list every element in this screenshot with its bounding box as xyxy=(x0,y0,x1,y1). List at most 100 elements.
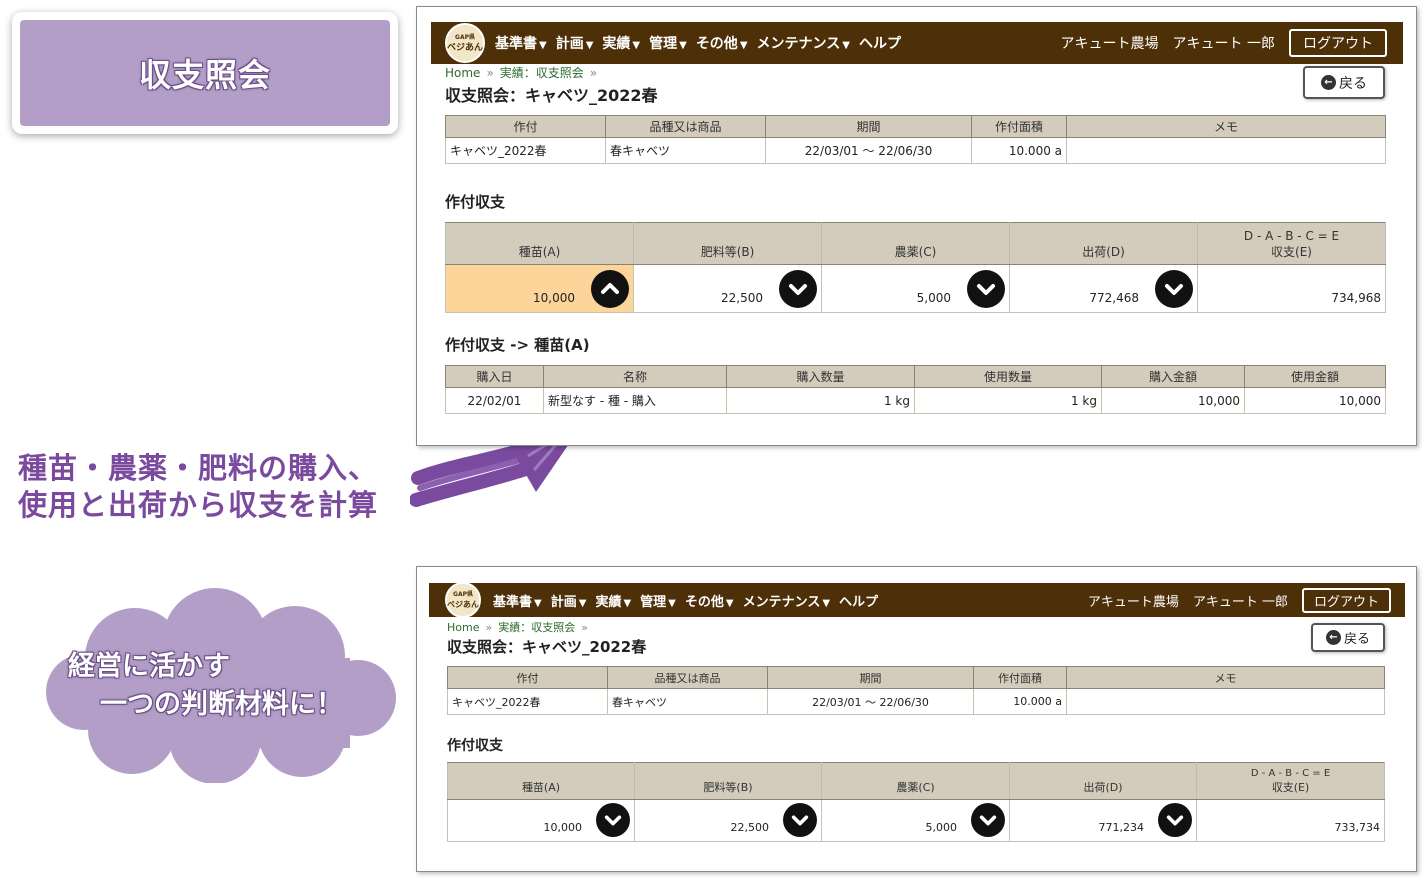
menu-standards[interactable]: 基準書 ▼ xyxy=(493,591,542,610)
menu-manage[interactable]: 管理 ▼ xyxy=(649,33,687,53)
caption-line2: 使用と出荷から収支を計算 xyxy=(18,488,379,522)
logo-top: GAP県 xyxy=(455,34,475,41)
title-tag-inner: 収支照会 xyxy=(20,20,390,126)
menu-other-label: その他 xyxy=(695,36,738,52)
back-button[interactable]: ← 戻る xyxy=(1311,623,1385,652)
pesticide-value: 5,000 xyxy=(925,821,958,834)
caret-down-icon: ▼ xyxy=(623,597,632,609)
info-period: 22/03/01 ～ 22/06/30 xyxy=(765,137,972,164)
chevron-down-icon[interactable] xyxy=(971,803,1005,837)
back-button-label: 戻る xyxy=(1343,632,1370,647)
logo-top: GAP県 xyxy=(453,591,473,598)
title-tag-label: 収支照会 xyxy=(138,56,271,94)
breadcrumb-home[interactable]: Home xyxy=(445,66,480,80)
table-row: 22/02/01 新型なす - 種 - 購入 1 kg 1 kg 10,000 … xyxy=(445,387,1386,414)
menu-manage[interactable]: 管理 ▼ xyxy=(640,591,676,610)
formula: D - A - B - C = E xyxy=(1250,768,1331,779)
chevron-down-icon[interactable] xyxy=(596,803,630,837)
caret-down-icon: ▼ xyxy=(842,40,850,51)
page-title: 収支照会：キャベツ_2022春 xyxy=(447,638,647,656)
balance-th-balance-label: 収支(E) xyxy=(1271,781,1310,794)
back-button[interactable]: ← 戻る xyxy=(1303,66,1385,99)
logout-button[interactable]: ログアウト xyxy=(1289,29,1387,57)
info-th-variety: 品種又は商品 xyxy=(607,666,768,689)
caret-down-icon: ▼ xyxy=(725,597,734,609)
menu-other[interactable]: その他 ▼ xyxy=(685,591,734,610)
info-th-period: 期間 xyxy=(765,115,972,138)
breadcrumb-home[interactable]: Home xyxy=(447,621,479,634)
menu-standards-label: 基準書 xyxy=(495,36,537,52)
breadcrumb-current[interactable]: 実績：収支照会 xyxy=(498,621,575,634)
seed-value: 10,000 xyxy=(533,291,575,305)
menu-help-label: ヘルプ xyxy=(858,36,901,52)
chevron-down-icon[interactable] xyxy=(779,270,817,308)
info-th-memo: メモ xyxy=(1066,115,1386,138)
caret-down-icon: ▼ xyxy=(668,597,676,609)
main-menu: 基準書 ▼ 計画 ▼ 実績 ▼ 管理 ▼ その他 ▼ メンテナンス ▼ ヘルプ xyxy=(495,33,910,53)
caption: 種苗・農薬・肥料の購入、 使用と出荷から収支を計算 xyxy=(18,450,378,524)
balance-table-header: 種苗(A) 肥料等(B) 農薬(C) 出荷(D) D - A - B - C =… xyxy=(447,762,1385,800)
balance-cell-pesticide: 5,000 xyxy=(821,264,1010,313)
menu-manage-label: 管理 xyxy=(640,594,667,610)
menu-plan[interactable]: 計画 ▼ xyxy=(551,591,587,610)
pesticide-value: 5,000 xyxy=(916,291,951,305)
detail-th-use-qty: 使用数量 xyxy=(914,365,1102,388)
menu-standards[interactable]: 基準書 ▼ xyxy=(495,33,547,53)
menu-plan-label: 計画 xyxy=(550,594,577,610)
breadcrumb-sep: » xyxy=(581,621,588,634)
table-row: 10,000 22,500 5,000 771,234 733,734 xyxy=(447,799,1385,842)
balance-cell-seed: 10,000 xyxy=(447,799,635,842)
back-button-label: 戻る xyxy=(1339,75,1367,92)
caret-down-icon: ▼ xyxy=(632,40,641,51)
page-title: 収支照会：キャベツ_2022春 xyxy=(445,86,658,105)
menu-help-label: ヘルプ xyxy=(839,594,879,610)
caret-down-icon: ▼ xyxy=(679,40,687,51)
chevron-down-icon[interactable] xyxy=(1155,270,1193,308)
detail-table-header: 購入日 名称 購入数量 使用数量 購入金額 使用金額 xyxy=(445,365,1386,388)
menu-help[interactable]: ヘルプ xyxy=(859,33,901,53)
detail-th-purchase-qty: 購入数量 xyxy=(726,365,915,388)
menu-other-label: その他 xyxy=(684,594,724,610)
info-area: 10.000 a xyxy=(973,688,1067,715)
chevron-down-icon[interactable] xyxy=(783,803,817,837)
menu-plan[interactable]: 計画 ▼ xyxy=(556,33,594,53)
balance-th-balance: D - A - B - C = E 収支(E) xyxy=(1196,762,1385,800)
logo-main: ベジあん xyxy=(447,43,484,53)
chevron-down-icon[interactable] xyxy=(1158,803,1192,837)
logo[interactable]: GAP県 ベジあん xyxy=(445,582,481,618)
info-th-crop: 作付 xyxy=(445,115,606,138)
menu-maintenance[interactable]: メンテナンス ▼ xyxy=(743,591,830,610)
breadcrumb-sep: » xyxy=(485,621,493,634)
menu-results[interactable]: 実績 ▼ xyxy=(602,33,640,53)
info-th-memo: メモ xyxy=(1066,666,1385,689)
breadcrumb: Home » 実績：収支照会 » xyxy=(447,619,594,635)
info-table: 作付 品種又は商品 期間 作付面積 メモ キャベツ_2022春 春キャベツ 22… xyxy=(447,666,1385,715)
info-th-area: 作付面積 xyxy=(971,115,1067,138)
formula: D - A - B - C = E xyxy=(1243,229,1340,243)
info-crop: キャベツ_2022春 xyxy=(445,137,606,164)
logout-button[interactable]: ログアウト xyxy=(1301,587,1391,613)
section-title-seed-detail: 作付収支 -> 種苗(A) xyxy=(445,336,590,354)
balance-cell-seed: 10,000 xyxy=(445,264,634,313)
balance-cell-total: 734,968 xyxy=(1197,264,1386,313)
balance-th-seed: 種苗(A) xyxy=(445,222,634,265)
info-crop: キャベツ_2022春 xyxy=(447,688,608,715)
section-title-balance: 作付収支 xyxy=(445,193,506,211)
balance-th-shipment: 出荷(D) xyxy=(1009,222,1198,265)
menu-results[interactable]: 実績 ▼ xyxy=(595,591,631,610)
caret-down-icon: ▼ xyxy=(585,40,594,51)
chevron-down-icon[interactable] xyxy=(967,270,1005,308)
info-variety: 春キャベツ xyxy=(605,137,766,164)
menu-help[interactable]: ヘルプ xyxy=(839,591,878,610)
logo-main: ベジあん xyxy=(447,600,479,609)
chevron-up-icon[interactable] xyxy=(591,270,629,308)
caret-down-icon: ▼ xyxy=(534,597,542,609)
breadcrumb-current[interactable]: 実績：収支照会 xyxy=(500,66,584,80)
menu-other[interactable]: その他 ▼ xyxy=(696,33,748,53)
detail-purchase-qty: 1 kg xyxy=(726,387,915,414)
logo[interactable]: GAP県 ベジあん xyxy=(445,23,485,63)
caret-down-icon: ▼ xyxy=(822,597,831,609)
menu-maintenance[interactable]: メンテナンス ▼ xyxy=(757,33,850,53)
nav-right: アキュート農場 アキュート 一郎 ログアウト xyxy=(1061,29,1387,57)
info-area: 10.000 a xyxy=(971,137,1067,164)
